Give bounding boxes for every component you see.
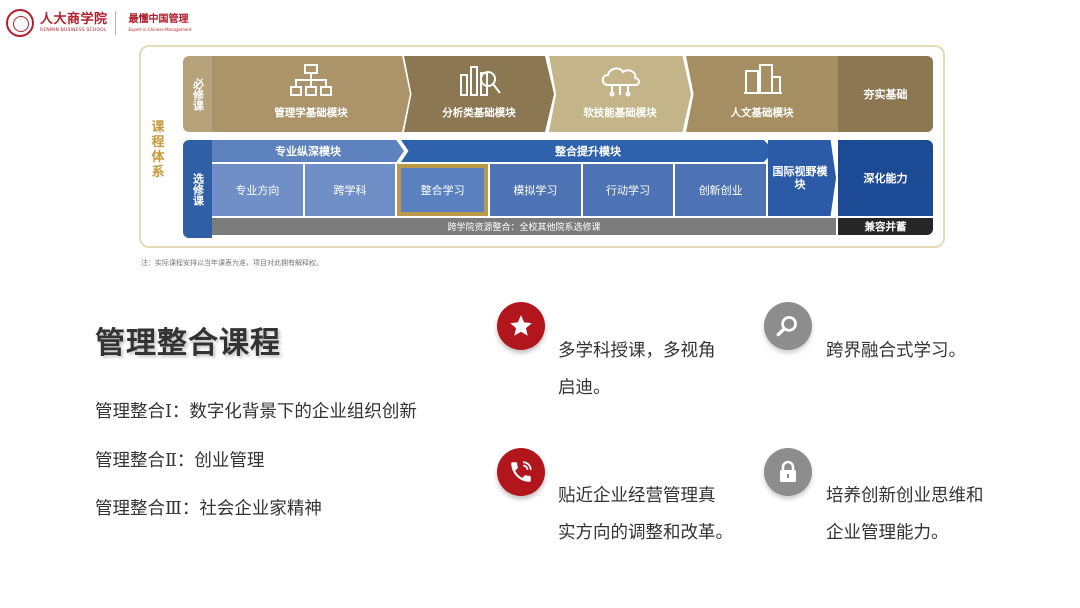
band-specialization: 专业纵深模块 [212, 140, 404, 162]
cross-school-band: 跨学院资源整合：全校其他院系选修课 [212, 218, 836, 235]
feature-line: 企业管理能力。 [826, 523, 949, 543]
cell-major-direction: 专业方向 [212, 164, 303, 216]
elective-label: 选修课 [183, 140, 212, 238]
cloud-icon [601, 67, 640, 97]
module-label: 管理学基础模块 [274, 107, 348, 119]
module-soft-skills: 软技能基础模块 [549, 56, 691, 132]
band-integration: 整合提升模块 [401, 140, 775, 162]
star-glyph [510, 315, 532, 336]
deepen-ability-label: 深化能力 [838, 140, 933, 216]
magnifier-glyph [776, 315, 797, 337]
feature-practical: 贴近企业经营管理真 实方向的调整和改革。 [558, 478, 733, 552]
cell-action-learning: 行动学习 [582, 164, 674, 216]
foundation-label: 夯实基础 [838, 56, 933, 132]
building-icon [744, 64, 782, 94]
org-chart-icon [290, 64, 332, 96]
module-management: 管理学基础模块 [212, 56, 410, 132]
footnote: 注：实际课程安排以当年课表为准，项目对此拥有解释权。 [141, 259, 323, 267]
feature-line: 培养创新创业思维和 [826, 486, 984, 506]
cell-innovation: 创新创业 [675, 164, 767, 216]
feature-line: 启迪。 [558, 378, 611, 398]
slogan: 最懂中国管理 Expert in Chinese Management [128, 13, 192, 32]
inclusive-label: 兼容并蓄 [838, 218, 933, 235]
lock-glyph [780, 460, 796, 482]
phone-icon [497, 448, 545, 496]
course-item: 管理整合Ⅰ：数字化背景下的企业组织创新 [95, 402, 417, 422]
school-logo: 人大商学院 RENMIN BUSINESS SCHOOL 最懂中国管理 Expe… [6, 8, 191, 38]
feature-innovation: 培养创新创业思维和 企业管理能力。 [826, 478, 984, 552]
feature-line: 跨界融合式学习。 [826, 341, 966, 361]
school-name-en: RENMIN BUSINESS SCHOOL [40, 27, 107, 33]
lock-icon [764, 448, 812, 496]
magnifier-icon [764, 302, 812, 350]
cell-simulation-learning: 模拟学习 [490, 164, 581, 216]
module-label: 软技能基础模块 [583, 107, 657, 119]
logo-text: 人大商学院 RENMIN BUSINESS SCHOOL [40, 13, 108, 34]
elective-cells: 专业方向 跨学科 整合学习 模拟学习 行动学习 创新创业 [212, 164, 767, 216]
slogan-en: Expert in Chinese Management [128, 26, 192, 32]
feature-line: 实方向的调整和改革。 [558, 523, 733, 543]
system-label: 课程体系 [151, 120, 165, 180]
module-humanities: 人文基础模块 [686, 56, 838, 132]
school-name: 人大商学院 [40, 11, 108, 27]
course-item: 管理整合Ⅱ：创业管理 [95, 451, 265, 471]
school-seal-icon [6, 9, 34, 37]
required-label: 必修课 [183, 56, 212, 132]
module-analysis: 分析类基础模块 [404, 56, 554, 132]
elective-row: 选修课 专业纵深模块 整合提升模块 专业方向 跨学科 整合学习 模拟学习 行动学… [183, 140, 933, 238]
slogan-cn: 最懂中国管理 [128, 13, 189, 25]
required-row: 必修课 管理学基础模块 分析类基础模块 软技能基础模块 人文基础模块 夯实基础 [183, 56, 933, 132]
feature-line: 多学科授课，多视角 [558, 341, 716, 361]
feature-crossborder: 跨界融合式学习。 [826, 333, 966, 370]
cell-interdisciplinary: 跨学科 [304, 164, 396, 216]
logo-divider [114, 11, 116, 35]
section-title: 管理整合课程 [95, 326, 281, 361]
cell-integrated-learning: 整合学习 [397, 164, 489, 216]
international-module: 国际视野模块 [768, 140, 836, 216]
feature-line: 贴近企业经营管理真 [558, 486, 716, 506]
module-label: 人文基础模块 [730, 107, 794, 119]
bar-chart-magnifier-icon [460, 66, 501, 96]
course-item: 管理整合Ⅲ：社会企业家精神 [95, 499, 322, 519]
phone-glyph [511, 461, 532, 482]
module-label: 分析类基础模块 [442, 107, 516, 119]
feature-multidiscipline: 多学科授课，多视角 启迪。 [558, 333, 716, 407]
star-icon [497, 302, 545, 350]
